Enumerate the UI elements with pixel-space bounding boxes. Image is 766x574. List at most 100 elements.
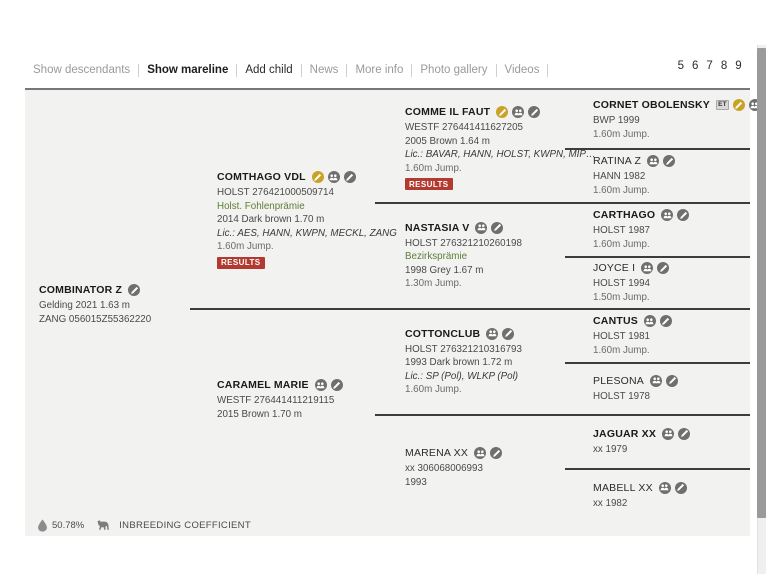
horse-card-caramel-marie[interactable]: CARAMEL MARIE WESTF 276441411219115 2015 B…: [190, 335, 375, 465]
family-tree-icon[interactable]: [327, 171, 340, 184]
family-tree-icon[interactable]: [650, 374, 663, 387]
horse-card-joyce-i[interactable]: JOYCE I HOLST 1994 1.50m Jump.: [565, 258, 750, 308]
horse-card-comme-il-faut[interactable]: COMME IL FAUT WESTF 276441411627205 2005 B…: [375, 96, 596, 200]
horse-name[interactable]: MABELL XX: [593, 481, 744, 494]
edit-pencil-icon[interactable]: [490, 447, 503, 459]
horse-name-text[interactable]: JAGUAR XX: [593, 428, 656, 440]
edit-pencil-icon[interactable]: [663, 155, 676, 167]
generation-divider: [375, 308, 565, 310]
horse-detail-line: 1.60m Jump.: [405, 384, 462, 395]
horse-detail-line: Lic.: BAVAR, HANN, HOLST, KWPN, MIP…: [405, 149, 596, 160]
horse-name-text[interactable]: MARENA XX: [405, 447, 468, 459]
horse-name-text[interactable]: COMME IL FAUT: [405, 106, 490, 118]
horse-name-text[interactable]: CANTUS: [593, 315, 638, 327]
horse-detail-line: HANN 1982: [593, 171, 646, 182]
horse-name[interactable]: RATINA Z: [593, 155, 744, 167]
horse-card-plesona[interactable]: PLESONA HOLST 1978: [565, 364, 750, 414]
horse-detail-line: Lic.: AES, HANN, KWPN, MECKL, ZANG: [217, 227, 397, 239]
results-badge[interactable]: RESULTS: [405, 178, 453, 190]
family-tree-icon[interactable]: [512, 106, 525, 118]
horse-card-cottonclub[interactable]: COTTONCLUB HOLST 276321210316793 1993 Dark…: [375, 312, 565, 412]
horse-card-jaguar-xx[interactable]: JAGUAR XX xx 1979: [565, 416, 750, 468]
horse-name[interactable]: CANTUS: [593, 315, 744, 327]
nav-photo-gallery[interactable]: Photo gallery: [412, 63, 495, 77]
horse-name[interactable]: CORNET OBOLENSKY ET: [593, 99, 766, 111]
horse-detail-line: 1.60m Jump.: [593, 344, 650, 356]
horse-detail-line: 2014 Dark brown 1.70 m: [217, 214, 325, 226]
horse-card-marena-xx[interactable]: MARENA XX xx 306068006993 1993: [375, 418, 565, 518]
family-tree-icon[interactable]: [647, 155, 660, 167]
horse-name-text[interactable]: CORNET OBOLENSKY: [593, 99, 710, 111]
horse-card-ratina-z[interactable]: RATINA Z HANN 1982 1.60m Jump.: [565, 150, 750, 202]
results-badge[interactable]: RESULTS: [217, 256, 265, 269]
horse-card-subject[interactable]: COMBINATOR Z Gelding 2021 1.63 m ZANG 0560…: [25, 250, 190, 360]
edit-pencil-highlight-icon[interactable]: [732, 99, 745, 111]
nav-videos[interactable]: Videos: [497, 63, 548, 77]
family-tree-icon[interactable]: [662, 427, 675, 440]
generation-divider: [190, 308, 375, 310]
horse-card-cantus[interactable]: CANTUS HOLST 1981 1.60m Jump.: [565, 310, 750, 362]
horse-detail-line: WESTF 276441411627205: [405, 122, 524, 133]
edit-pencil-icon[interactable]: [343, 171, 356, 184]
generation-selector[interactable]: 5 6 7 8 9: [678, 60, 744, 72]
horse-name-text[interactable]: MABELL XX: [593, 482, 653, 494]
edit-pencil-icon[interactable]: [678, 427, 691, 440]
horse-card-comthago-vdl[interactable]: COMTHAGO VDL HOLST 276421000509714 Holst. …: [190, 140, 397, 300]
edit-pencil-highlight-icon[interactable]: [311, 171, 324, 184]
horse-name[interactable]: COMTHAGO VDL: [217, 171, 369, 184]
edit-pencil-icon[interactable]: [502, 327, 515, 340]
horse-name[interactable]: CARTHAGO: [593, 209, 744, 221]
edit-pencil-icon[interactable]: [657, 262, 670, 274]
horse-name-text[interactable]: JOYCE I: [593, 262, 635, 274]
nav-add-child[interactable]: Add child: [237, 63, 300, 77]
horse-name[interactable]: JAGUAR XX: [593, 427, 744, 440]
horse-card-nastasia-v[interactable]: NASTASIA V HOLST 276321210260198 Bezirkspr…: [375, 206, 565, 306]
nav-show-descendants[interactable]: Show descendants: [25, 63, 138, 77]
edit-pencil-icon[interactable]: [674, 481, 687, 494]
horse-detail-line: 1.60m Jump.: [593, 238, 650, 250]
family-tree-icon[interactable]: [474, 447, 487, 459]
family-tree-icon[interactable]: [486, 327, 499, 340]
edit-pencil-highlight-icon[interactable]: [496, 106, 509, 118]
horse-name-text[interactable]: COMTHAGO VDL: [217, 171, 306, 183]
horse-name[interactable]: PLESONA: [593, 374, 744, 387]
family-tree-icon[interactable]: [661, 209, 674, 221]
edit-pencil-icon[interactable]: [128, 284, 141, 296]
horse-detail-line: 1.60m Jump.: [593, 128, 650, 140]
horse-name-text[interactable]: NASTASIA V: [405, 222, 469, 234]
horse-name[interactable]: COMME IL FAUT: [405, 106, 559, 118]
horse-name[interactable]: CARAMEL MARIE: [217, 379, 369, 391]
edit-pencil-icon[interactable]: [659, 315, 672, 327]
page-scrollbar-thumb[interactable]: [757, 48, 766, 518]
horse-name-text[interactable]: RATINA Z: [593, 155, 641, 167]
horse-name-text[interactable]: PLESONA: [593, 375, 644, 387]
horse-name[interactable]: JOYCE I: [593, 262, 744, 274]
horse-detail-line: HOLST 1987: [593, 225, 651, 236]
horse-card-cornet-obolensky[interactable]: CORNET OBOLENSKY ET BWP 1999 1.60m Jump.: [565, 94, 766, 146]
edit-pencil-icon[interactable]: [677, 209, 690, 221]
horse-name[interactable]: NASTASIA V: [405, 221, 559, 234]
horse-card-carthago[interactable]: CARTHAGO HOLST 1987 1.60m Jump.: [565, 204, 750, 256]
family-tree-icon[interactable]: [643, 315, 656, 327]
edit-pencil-icon[interactable]: [491, 221, 504, 234]
family-tree-icon[interactable]: [641, 262, 654, 274]
horse-name[interactable]: COTTONCLUB: [405, 327, 559, 340]
family-tree-icon[interactable]: [314, 379, 327, 391]
horse-detail-line: Holst. Fohlenprämie: [217, 200, 305, 212]
horse-name-text[interactable]: CARAMEL MARIE: [217, 379, 309, 391]
edit-pencil-icon[interactable]: [330, 379, 343, 391]
horse-name[interactable]: COMBINATOR Z: [39, 284, 184, 296]
edit-pencil-icon[interactable]: [666, 374, 679, 387]
nav-more-info[interactable]: More info: [347, 63, 411, 77]
edit-pencil-icon[interactable]: [528, 106, 541, 118]
nav-show-mareline[interactable]: Show mareline: [139, 63, 236, 77]
nav-news[interactable]: News: [302, 63, 347, 77]
horse-name-text[interactable]: CARTHAGO: [593, 209, 655, 221]
horse-name-text[interactable]: COMBINATOR Z: [39, 284, 122, 296]
horse-detail-line: 2005 Brown 1.64 m: [405, 135, 490, 147]
horse-name-text[interactable]: COTTONCLUB: [405, 328, 480, 340]
family-tree-icon[interactable]: [658, 481, 671, 494]
horse-detail-line: HOLST 276321210260198: [405, 237, 522, 249]
horse-name[interactable]: MARENA XX: [405, 447, 559, 459]
family-tree-icon[interactable]: [475, 221, 488, 234]
